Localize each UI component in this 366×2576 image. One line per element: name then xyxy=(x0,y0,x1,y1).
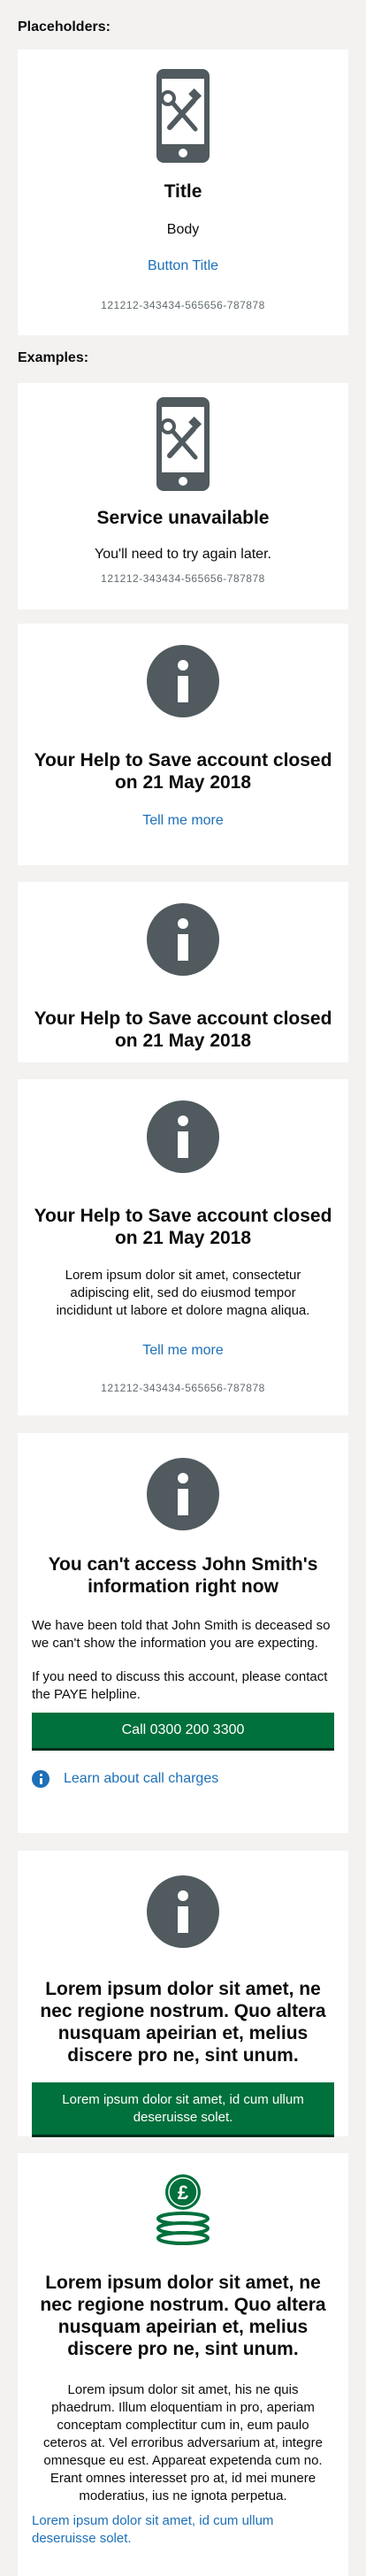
reference-number: 121212-343434-565656-787878 xyxy=(101,1382,265,1394)
call-helpline-button[interactable]: Call 0300 200 3300 xyxy=(32,1713,334,1751)
deceased-paragraph: We have been told that John Smith is dec… xyxy=(32,1618,331,1651)
info-icon xyxy=(147,1458,219,1530)
card-title: Service unavailable xyxy=(96,508,270,528)
tell-me-more-link[interactable]: Tell me more xyxy=(142,1343,224,1359)
lorem-card: £ Lorem ipsum dolor sit amet, ne nec reg… xyxy=(18,2153,348,2576)
card-title: Your Help to Save account closed on 21 M… xyxy=(34,1008,332,1051)
tell-me-more-link[interactable]: Tell me more xyxy=(142,813,224,829)
reference-number: 121212-343434-565656-787878 xyxy=(101,572,265,585)
card-body: Lorem ipsum dolor sit amet, his ne quis … xyxy=(43,2382,323,2503)
info-icon xyxy=(147,1875,219,1948)
info-icon xyxy=(147,903,219,976)
no-access-card: You can't access John Smith's informatio… xyxy=(18,1433,348,1833)
broken-phone-icon xyxy=(156,69,210,163)
account-closed-card: Your Help to Save account closed on 21 M… xyxy=(18,624,348,865)
info-icon xyxy=(32,1770,50,1788)
card-title: Your Help to Save account closed on 21 M… xyxy=(34,750,332,793)
card-title: You can't access John Smith's informatio… xyxy=(48,1554,318,1597)
call-charges-row[interactable]: Learn about call charges xyxy=(32,1770,334,1788)
card-title: Lorem ipsum dolor sit amet, ne nec regio… xyxy=(40,1979,326,2066)
account-closed-card: Your Help to Save account closed on 21 M… xyxy=(18,1079,348,1415)
info-icon xyxy=(147,645,219,717)
card-title: Title xyxy=(164,181,202,202)
reference-number: 121212-343434-565656-787878 xyxy=(101,299,265,311)
card-title: Your Help to Save account closed on 21 M… xyxy=(34,1206,332,1248)
examples-heading: Examples: xyxy=(18,350,89,365)
card-title: Lorem ipsum dolor sit amet, ne nec regio… xyxy=(40,2273,326,2359)
call-charges-link[interactable]: Learn about call charges xyxy=(64,1771,218,1787)
placeholders-heading: Placeholders: xyxy=(18,19,111,34)
lorem-button[interactable]: Lorem ipsum dolor sit amet, id cum ullum… xyxy=(32,2082,334,2137)
helpline-paragraph: If you need to discuss this account, ple… xyxy=(32,1669,328,1702)
svg-text:£: £ xyxy=(178,2181,189,2204)
button-title-link[interactable]: Button Title xyxy=(148,258,218,274)
placeholder-card: Title Body Button Title 121212-343434-56… xyxy=(18,50,348,335)
card-body: You'll need to try again later. xyxy=(95,547,271,562)
service-unavailable-card: Service unavailable You'll need to try a… xyxy=(18,383,348,610)
page: Placeholders: Title Body Button Title 12… xyxy=(0,0,366,2576)
account-closed-card: Your Help to Save account closed on 21 M… xyxy=(18,882,348,1062)
pound-coins-icon: £ xyxy=(156,2174,210,2245)
card-body: Body xyxy=(166,222,200,237)
info-icon xyxy=(147,1100,219,1173)
broken-phone-icon xyxy=(156,397,210,491)
card-body: Lorem ipsum dolor sit amet, consectetur … xyxy=(56,1268,310,1318)
lorem-link[interactable]: Lorem ipsum dolor sit amet, id cum ullum… xyxy=(32,2512,334,2548)
lorem-card: Lorem ipsum dolor sit amet, ne nec regio… xyxy=(18,1851,348,2137)
